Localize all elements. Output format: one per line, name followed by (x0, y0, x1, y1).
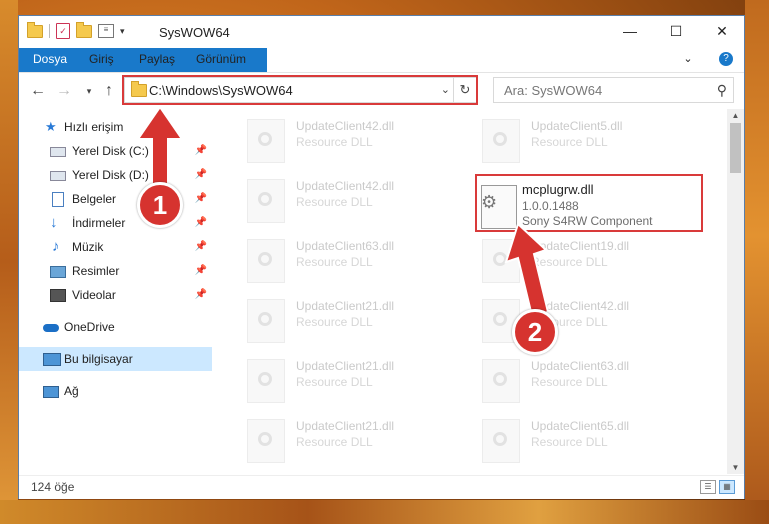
forward-arrow-icon[interactable]: → (54, 82, 74, 100)
computer-icon (43, 353, 61, 366)
dll-file-icon (482, 359, 520, 403)
search-box[interactable]: Ara: SysWOW64 ⚲ (493, 77, 734, 103)
customize-icon[interactable]: ≡ (98, 24, 114, 38)
back-arrow-icon[interactable]: ← (28, 82, 48, 100)
close-button[interactable]: ✕ (699, 16, 745, 46)
dll-file-icon (247, 119, 285, 163)
pin-icon: 📌 (194, 265, 207, 276)
qat-dropdown-icon[interactable]: ▾ (120, 26, 125, 37)
tab-home[interactable]: Giriş (77, 48, 126, 71)
desktop-wallpaper-bottom (0, 500, 769, 524)
nav-music[interactable]: ♪ Müzik 📌 (19, 235, 212, 259)
documents-icon (52, 192, 64, 207)
pin-icon: 📌 (194, 289, 207, 300)
nav-downloads[interactable]: ↓ İndirmeler 📌 (19, 211, 212, 235)
tab-share[interactable]: Paylaş (127, 48, 187, 71)
list-item[interactable]: UpdateClient63.dll Resource DLL (239, 235, 459, 285)
videos-icon (50, 289, 66, 302)
download-icon: ↓ (50, 214, 58, 231)
title-bar: ✓ ≡ ▾ SysWOW64 — ☐ ✕ (19, 16, 744, 48)
search-input[interactable]: Ara: SysWOW64 (504, 83, 602, 98)
list-item[interactable]: UpdateClient21.dll Resource DLL (239, 295, 459, 345)
dll-file-icon (247, 359, 285, 403)
dll-file-icon (247, 239, 285, 283)
address-highlight-box (122, 75, 478, 105)
vertical-scrollbar[interactable]: ▲ ▼ (727, 109, 744, 474)
up-arrow-icon[interactable]: ↑ (99, 82, 119, 100)
details-view-icon[interactable]: ☰ (700, 480, 716, 494)
scrollbar-thumb[interactable] (730, 123, 741, 173)
music-icon: ♪ (52, 238, 60, 255)
quick-access-toolbar: ✓ ≡ ▾ (27, 21, 125, 39)
search-icon[interactable]: ⚲ (717, 82, 727, 99)
nav-videos[interactable]: Videolar 📌 (19, 283, 212, 307)
scroll-down-icon[interactable]: ▼ (727, 463, 744, 472)
pin-icon: 📌 (194, 145, 207, 156)
list-item[interactable]: UpdateClient42.dll Resource DLL (239, 175, 459, 225)
pin-icon: 📌 (194, 169, 207, 180)
dll-file-icon (247, 179, 285, 223)
pin-icon: 📌 (194, 193, 207, 204)
nav-pictures[interactable]: Resimler 📌 (19, 259, 212, 283)
ribbon-tabs: Dosya Giriş Paylaş Görünüm ⌄ ? (19, 48, 744, 98)
file-list: UpdateClient42.dll Resource DLL UpdateCl… (224, 109, 729, 469)
file-explorer-window: ✓ ≡ ▾ SysWOW64 — ☐ ✕ Dosya Giriş Paylaş … (18, 15, 745, 499)
star-icon: ★ (45, 119, 57, 134)
dll-file-icon (482, 119, 520, 163)
new-folder-icon[interactable] (76, 21, 92, 38)
navigation-bar: ← → ▾ ↑ C:\Windows\SysWOW64 ⌄ ↻ Ara: Sys… (19, 72, 744, 109)
step2-arrow-icon (504, 222, 550, 318)
ribbon-expand-icon[interactable]: ⌄ (674, 48, 702, 71)
list-item[interactable]: UpdateClient65.dll Resource DLL (474, 415, 694, 465)
step1-badge: 1 (137, 182, 183, 228)
drive-icon (50, 171, 66, 181)
dll-file-icon (247, 419, 285, 463)
list-item[interactable]: UpdateClient21.dll Resource DLL (239, 415, 459, 465)
nav-onedrive[interactable]: OneDrive (19, 315, 212, 339)
folder-icon (27, 21, 43, 38)
tab-view[interactable]: Görünüm (184, 48, 258, 71)
network-icon (43, 386, 59, 398)
pin-icon: 📌 (194, 217, 207, 228)
pin-icon: 📌 (194, 241, 207, 252)
step2-badge: 2 (512, 309, 558, 355)
minimize-button[interactable]: — (607, 16, 653, 46)
drive-icon (50, 147, 66, 157)
window-title: SysWOW64 (159, 25, 230, 40)
dll-file-icon (247, 299, 285, 343)
recent-locations-icon[interactable]: ▾ (79, 86, 99, 97)
nav-this-pc[interactable]: Bu bilgisayar (19, 347, 212, 371)
scroll-up-icon[interactable]: ▲ (727, 111, 744, 120)
list-item[interactable]: UpdateClient42.dll Resource DLL (239, 115, 459, 165)
tiles-view-icon[interactable]: ▦ (719, 480, 735, 494)
help-icon[interactable]: ? (719, 52, 733, 66)
list-item[interactable]: UpdateClient21.dll Resource DLL (239, 355, 459, 405)
status-bar: 124 öğe ☰ ▦ (19, 475, 744, 499)
toolbar-divider (49, 24, 50, 38)
dll-file-icon (482, 419, 520, 463)
list-item[interactable]: UpdateClient5.dll Resource DLL (474, 115, 694, 165)
nav-network[interactable]: Ağ (19, 379, 212, 403)
maximize-button[interactable]: ☐ (653, 16, 699, 46)
properties-check-icon[interactable]: ✓ (56, 23, 70, 39)
list-item[interactable]: UpdateClient63.dll Resource DLL (474, 355, 694, 405)
cloud-icon (43, 324, 59, 332)
desktop-wallpaper-right (745, 0, 769, 524)
item-count: 124 öğe (31, 480, 75, 494)
pictures-icon (50, 266, 66, 278)
desktop-wallpaper-left (0, 0, 18, 524)
